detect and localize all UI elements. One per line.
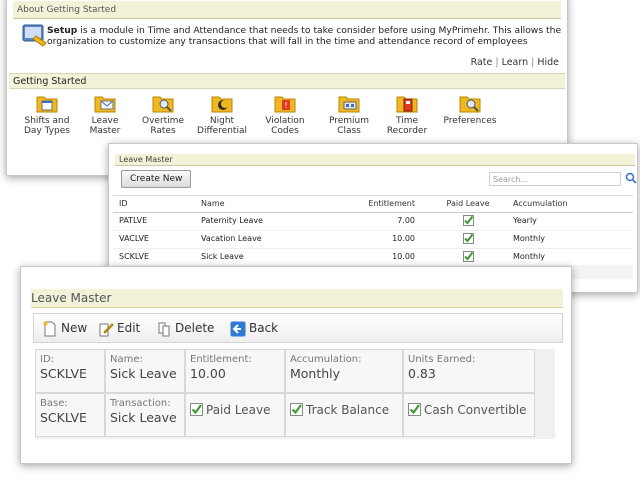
transaction-field: Transaction: Sick Leave	[105, 393, 185, 437]
time-recorder-item[interactable]: Time Recorder	[377, 93, 437, 136]
folder-search-icon	[152, 96, 174, 113]
table-row[interactable]: PATLVE Paternity Leave 7.00 Yearly	[113, 212, 633, 231]
learn-link[interactable]: Learn	[502, 57, 529, 68]
col-accumulation[interactable]: Accumulation	[513, 196, 568, 212]
paid-check-icon	[443, 230, 493, 248]
col-id[interactable]: ID	[119, 196, 128, 212]
hide-link[interactable]: Hide	[537, 57, 559, 68]
help-links: Rate | Learn | Hide	[470, 57, 559, 68]
new-icon	[43, 320, 56, 336]
folder-calendar-icon	[36, 96, 58, 113]
paid-check-icon	[443, 248, 493, 266]
violation-codes-item[interactable]: ! Violation Codes	[255, 93, 315, 136]
table-row[interactable]: VACLVE Vacation Leave 10.00 Monthly	[113, 230, 633, 249]
premium-class-item[interactable]: Premium Class	[319, 93, 379, 136]
cash-convertible-checkbox[interactable]: Cash Convertible	[403, 393, 535, 437]
delete-button[interactable]: Delete	[156, 319, 214, 337]
detail-form: ID: SCKLVE Name: Sick Leave Entitlement:…	[35, 349, 555, 439]
entitlement-field: Entitlement: 10.00	[185, 349, 285, 393]
overtime-rates-item[interactable]: Overtime Rates	[133, 93, 193, 136]
rate-link[interactable]: Rate	[471, 57, 493, 68]
setup-icon	[22, 24, 47, 47]
night-differential-item[interactable]: Night Differential	[192, 93, 252, 136]
setup-text: is a module in Time and Attendance that …	[47, 25, 562, 47]
svg-text:!: !	[284, 101, 287, 110]
back-arrow-icon	[230, 321, 246, 336]
folder-clock-icon	[396, 96, 418, 113]
new-button[interactable]: New	[42, 319, 87, 337]
col-paid-leave[interactable]: Paid Leave	[443, 196, 493, 212]
setup-bold: Setup	[47, 25, 78, 36]
col-entitlement[interactable]: Entitlement	[359, 196, 415, 212]
back-button[interactable]: Back	[230, 319, 278, 337]
folder-mail-icon	[94, 96, 116, 113]
search-icon[interactable]	[625, 172, 637, 184]
setup-description: Setup is a module in Time and Attendance…	[47, 25, 562, 47]
getting-started-title: Getting Started	[9, 73, 565, 89]
leave-master-detail-panel: Leave Master New Edit Delete Back ID: SC…	[20, 266, 572, 464]
track-balance-checkbox[interactable]: Track Balance	[285, 393, 403, 437]
base-field: Base: SCKLVE	[35, 393, 105, 437]
leave-master-item[interactable]: Leave Master	[75, 93, 135, 136]
leave-list-title: Leave Master	[115, 154, 635, 166]
getting-started-items: Shifts and Day Types Leave Master Overtime…	[7, 93, 567, 143]
search-input[interactable]: Search...	[489, 172, 621, 186]
paid-check-icon	[443, 212, 493, 230]
folder-moon-icon	[211, 96, 233, 113]
delete-icon	[158, 322, 170, 336]
paid-leave-checkbox[interactable]: Paid Leave	[185, 393, 285, 437]
check-icon	[190, 403, 203, 416]
check-icon	[290, 403, 303, 416]
about-bar: About Getting Started	[13, 1, 561, 19]
folder-warning-icon: !	[274, 96, 296, 113]
check-icon	[408, 403, 421, 416]
name-field: Name: Sick Leave	[105, 349, 185, 393]
table-header: ID Name Entitlement Paid Leave Accumulat…	[113, 195, 633, 213]
folder-preferences-icon	[459, 96, 481, 113]
col-name[interactable]: Name	[201, 196, 225, 212]
accumulation-field: Accumulation: Monthly	[285, 349, 403, 393]
create-new-button[interactable]: Create New	[121, 170, 192, 188]
preferences-item[interactable]: Preferences	[440, 93, 500, 126]
id-field: ID: SCKLVE	[35, 349, 105, 393]
shifts-day-types-item[interactable]: Shifts and Day Types	[17, 93, 77, 136]
units-earned-field: Units Earned: 0.83	[403, 349, 535, 393]
folder-gear-icon	[338, 96, 360, 113]
edit-button[interactable]: Edit	[98, 319, 140, 337]
edit-icon	[99, 322, 114, 336]
leave-detail-title: Leave Master	[31, 289, 563, 308]
detail-toolbar: New Edit Delete Back	[33, 313, 563, 343]
